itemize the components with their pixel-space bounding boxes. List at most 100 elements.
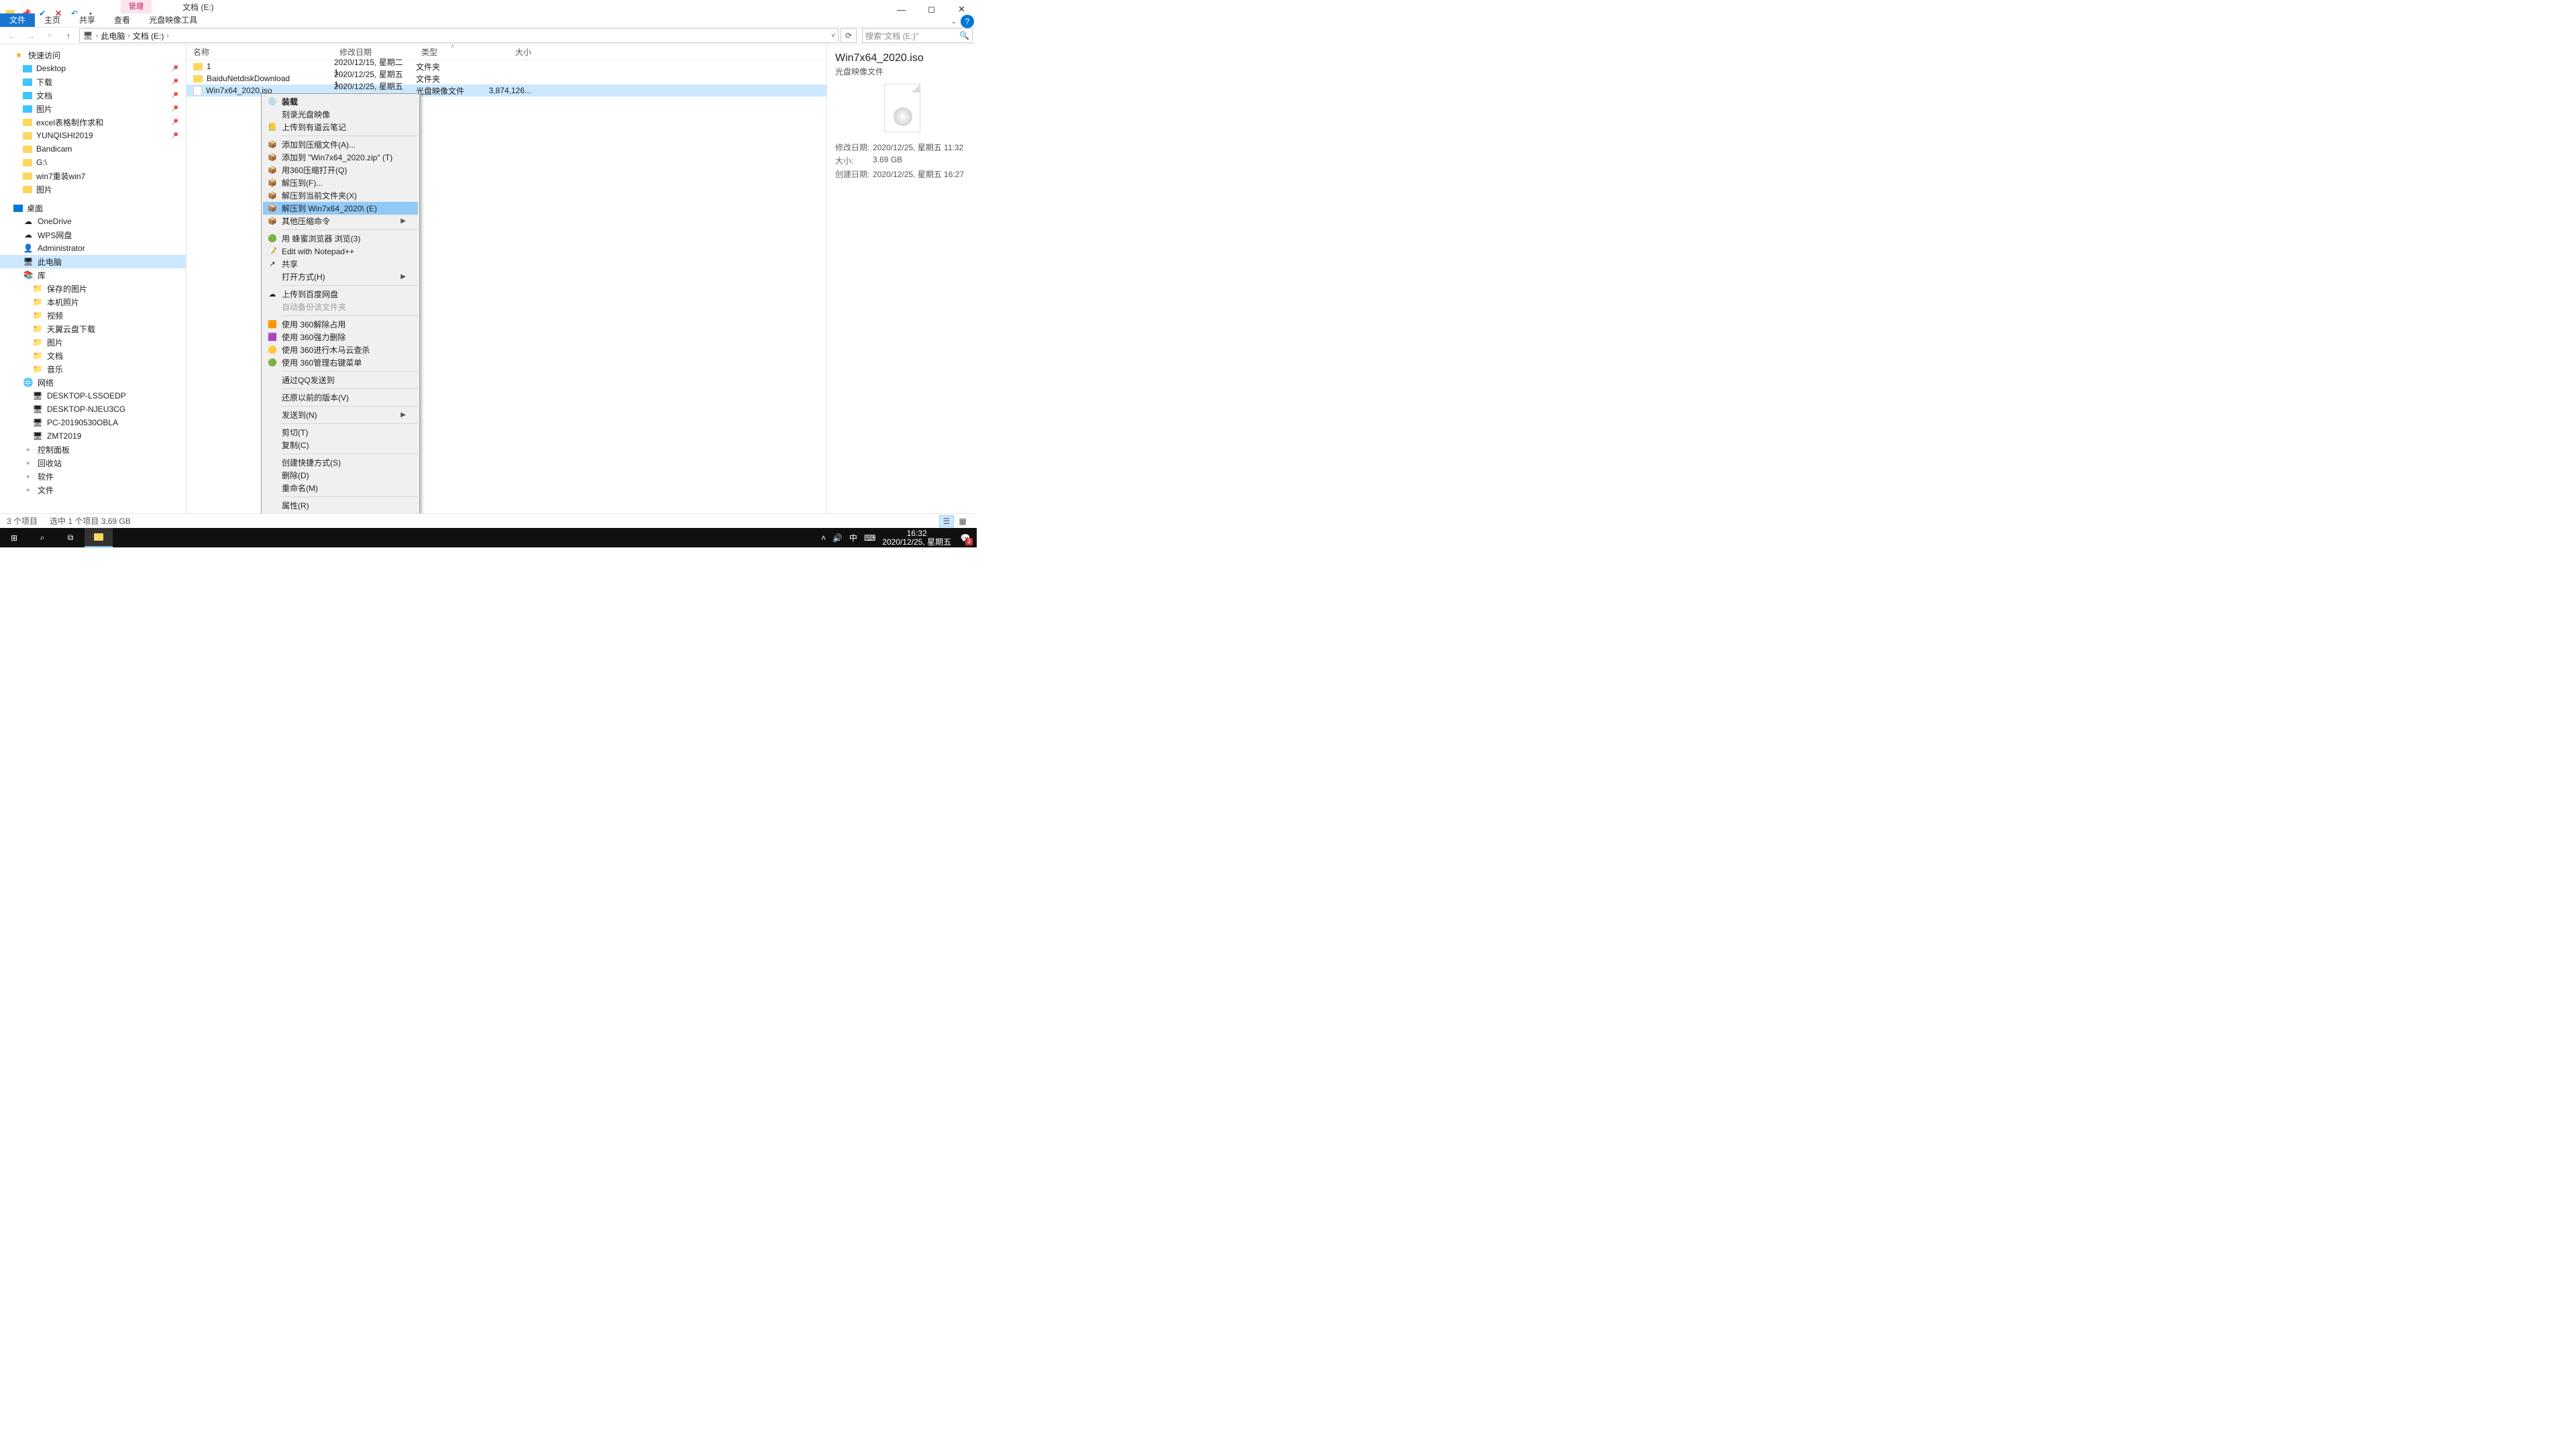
notification-center[interactable]: 💬 3 [958, 531, 973, 545]
column-header-type[interactable]: 类型 [416, 46, 483, 58]
menu-item[interactable]: 通过QQ发送到 [263, 374, 418, 386]
search-icon[interactable]: 🔍 [959, 31, 969, 40]
menu-item[interactable]: 重命名(M) [263, 482, 418, 494]
sidebar-item[interactable]: Desktop📍 [0, 62, 186, 75]
sidebar-item[interactable]: Bandicam [0, 142, 186, 156]
breadcrumb-current[interactable]: 文档 (E:) [133, 30, 164, 42]
minimize-button[interactable]: — [886, 0, 916, 19]
up-button[interactable]: ↑ [60, 31, 76, 41]
breadcrumb[interactable]: 🖥 › 此电脑 › 文档 (E:) › ˅ [79, 28, 839, 43]
volume-icon[interactable]: 🔊 [833, 533, 843, 543]
column-header-size[interactable]: 大小 [483, 46, 537, 58]
column-header-name[interactable]: 名称 [186, 46, 334, 58]
sidebar-item[interactable]: 📁保存的图片 [0, 282, 186, 295]
ime-indicator[interactable]: 中 [849, 532, 857, 543]
sidebar-item[interactable]: ▫文件 [0, 483, 186, 496]
menu-item[interactable]: 📦解压到 Win7x64_2020\ (E) [263, 202, 418, 215]
ribbon-tab-file[interactable]: 文件 [0, 13, 35, 27]
ribbon-tab-disc-tools[interactable]: 光盘映像工具 [140, 13, 207, 27]
chevron-right-icon[interactable]: › [95, 32, 99, 40]
menu-item[interactable]: 🟢使用 360管理右键菜单 [263, 356, 418, 369]
menu-item[interactable]: 📝Edit with Notepad++ [263, 245, 418, 258]
menu-item[interactable]: 🟢用 蜂蜜浏览器 浏览(3) [263, 232, 418, 245]
tree-network[interactable]: 🌐网络 [0, 376, 186, 389]
sidebar-item[interactable]: 🖥DESKTOP-NJEU3CG [0, 402, 186, 416]
sidebar-item[interactable]: YUNQISHI2019📍 [0, 129, 186, 142]
menu-item[interactable]: 📦用360压缩打开(Q) [263, 164, 418, 176]
ribbon-tab-home[interactable]: 主页 [35, 13, 70, 27]
forward-button[interactable]: → [23, 31, 39, 41]
sidebar-item[interactable]: ☁OneDrive [0, 215, 186, 228]
recent-dropdown[interactable]: ˅ [42, 32, 58, 39]
menu-item[interactable]: 创建快捷方式(S) [263, 456, 418, 469]
sidebar-item[interactable]: 🖥DESKTOP-LSSOEDP [0, 389, 186, 402]
view-details-button[interactable]: ☰ [939, 515, 954, 527]
menu-item[interactable]: 🟡使用 360进行木马云查杀 [263, 343, 418, 356]
sidebar-item[interactable]: 下载📍 [0, 75, 186, 89]
breadcrumb-dropdown-icon[interactable]: ˅ [831, 32, 835, 40]
sidebar-item[interactable]: 🖥ZMT2019 [0, 429, 186, 443]
menu-item[interactable]: 刻录光盘映像 [263, 108, 418, 121]
sidebar-item[interactable]: 文档📍 [0, 89, 186, 102]
task-view-button[interactable]: ⧉ [56, 528, 85, 547]
menu-item[interactable]: 📦解压到当前文件夹(X) [263, 189, 418, 202]
help-icon[interactable]: ? [961, 15, 974, 28]
sidebar-item[interactable]: 图片 [0, 182, 186, 196]
sidebar-item[interactable]: ☁WPS网盘 [0, 228, 186, 241]
ribbon-expand-icon[interactable]: ⌄ [951, 18, 957, 25]
sidebar-item[interactable]: 📁天翼云盘下载 [0, 322, 186, 335]
tree-quick-access[interactable]: ★快速访问 [0, 48, 186, 62]
menu-item[interactable]: 删除(D) [263, 469, 418, 482]
maximize-button[interactable]: ◻ [916, 0, 947, 19]
menu-item[interactable]: 复制(C) [263, 439, 418, 451]
menu-item[interactable]: 属性(R) [263, 499, 418, 512]
sidebar-item[interactable]: excel表格制作求和📍 [0, 115, 186, 129]
sidebar-item[interactable]: ▫控制面板 [0, 443, 186, 456]
sidebar-item[interactable]: 🖥PC-20190530OBLA [0, 416, 186, 429]
tree-desktop[interactable]: 桌面 [0, 201, 186, 215]
ribbon-tab-view[interactable]: 查看 [105, 13, 140, 27]
taskbar-clock[interactable]: 16:32 2020/12/25, 星期五 [882, 529, 951, 547]
sidebar-item[interactable]: 📁图片 [0, 335, 186, 349]
sidebar-item[interactable]: 👤Administrator [0, 241, 186, 255]
menu-item[interactable]: 剪切(T) [263, 426, 418, 439]
taskbar-explorer[interactable] [85, 528, 113, 547]
sidebar-item[interactable]: 📁本机照片 [0, 295, 186, 309]
chevron-right-icon[interactable]: › [126, 32, 131, 40]
menu-item[interactable]: 发送到(N)▶ [263, 409, 418, 421]
sidebar-item[interactable]: G:\ [0, 156, 186, 169]
menu-item[interactable]: 🟧使用 360解除占用 [263, 318, 418, 331]
sidebar-item[interactable]: 📁音乐 [0, 362, 186, 376]
view-icons-button[interactable]: ▦ [955, 515, 970, 527]
sidebar-item[interactable]: 📁视频 [0, 309, 186, 322]
search-input[interactable]: 搜索"文档 (E:)" 🔍 [862, 28, 973, 43]
menu-item[interactable]: 🟪使用 360强力删除 [263, 331, 418, 343]
tray-chevron-icon[interactable]: ˄ [821, 533, 826, 543]
menu-item[interactable]: 📦添加到压缩文件(A)... [263, 138, 418, 151]
sidebar-item[interactable]: ▫软件 [0, 470, 186, 483]
menu-item[interactable]: 📦添加到 "Win7x64_2020.zip" (T) [263, 151, 418, 164]
start-button[interactable]: ⊞ [0, 528, 28, 547]
chevron-right-icon[interactable]: › [165, 32, 170, 40]
sidebar-item[interactable]: 📁文档 [0, 349, 186, 362]
keyboard-icon[interactable]: ⌨ [864, 533, 875, 543]
menu-item[interactable]: 打开方式(H)▶ [263, 270, 418, 283]
breadcrumb-root[interactable]: 此电脑 [101, 30, 125, 42]
sidebar-item[interactable]: 📚库 [0, 268, 186, 282]
menu-item[interactable]: ↗共享 [263, 258, 418, 270]
sidebar-item[interactable]: win7重装win7 [0, 169, 186, 182]
refresh-button[interactable]: ⟳ [841, 28, 857, 43]
file-row[interactable]: BaiduNetdiskDownload2020/12/25, 星期五 1...… [186, 72, 826, 85]
file-row[interactable]: 12020/12/15, 星期二 1...文件夹 [186, 60, 826, 72]
menu-item[interactable]: 📦解压到(F)... [263, 176, 418, 189]
sidebar-item[interactable]: ▫回收站 [0, 456, 186, 470]
menu-item[interactable]: 📒上传到有道云笔记 [263, 121, 418, 133]
back-button[interactable]: ← [4, 31, 20, 41]
sidebar-item[interactable]: 🖥此电脑 [0, 255, 186, 268]
menu-item[interactable]: 📦其他压缩命令▶ [263, 215, 418, 227]
menu-item[interactable]: 还原以前的版本(V) [263, 391, 418, 404]
menu-item[interactable]: 💿装载 [263, 95, 418, 108]
ribbon-tab-share[interactable]: 共享 [70, 13, 105, 27]
sidebar-item[interactable]: 图片📍 [0, 102, 186, 115]
taskbar-search-button[interactable]: ⌕ [28, 528, 56, 547]
